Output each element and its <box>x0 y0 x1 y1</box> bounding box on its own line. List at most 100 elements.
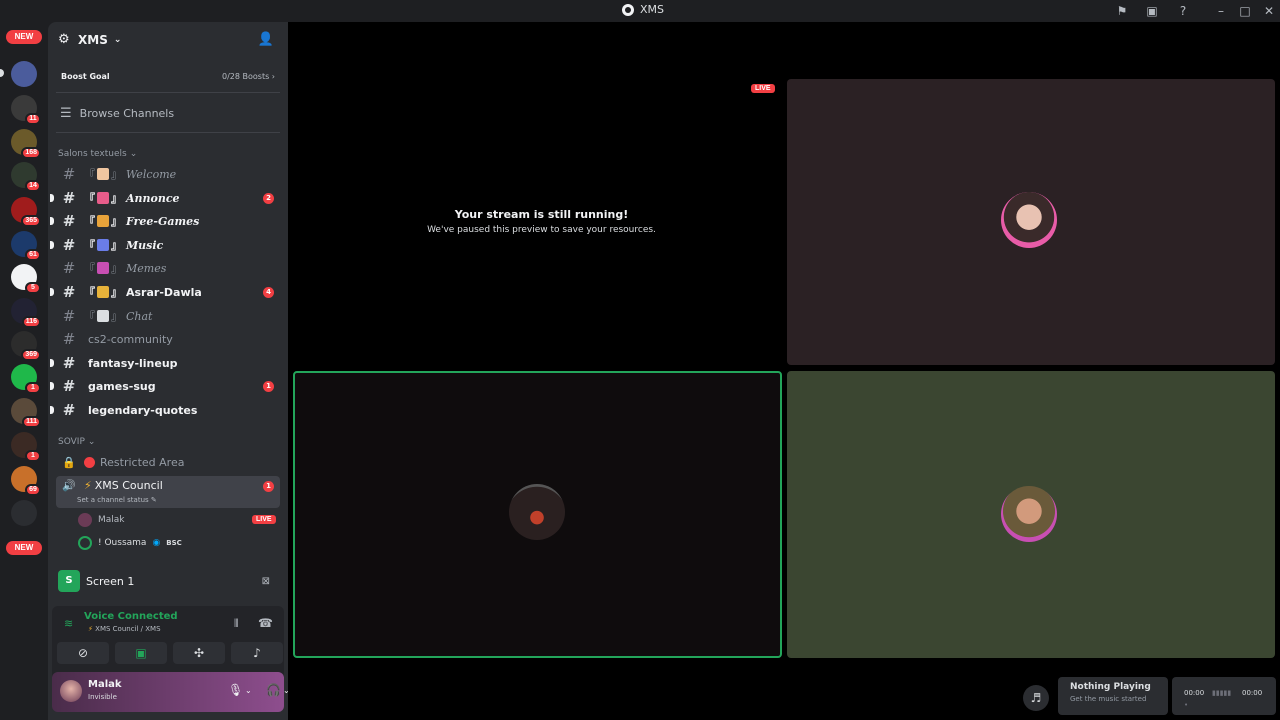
minimize-icon[interactable]: – <box>1213 3 1229 19</box>
inbox-icon[interactable]: ▣ <box>1144 3 1160 19</box>
channel-name: Annonce <box>126 191 180 205</box>
stream-tile[interactable]: Your stream is still running! We've paus… <box>293 77 783 367</box>
channel-status[interactable]: Set a channel status ✎ <box>77 496 157 504</box>
headphones-icon[interactable]: 🎧 <box>266 683 281 697</box>
chevron-down-icon: ⌄ <box>87 437 96 447</box>
disconnect-icon[interactable]: ☎ <box>258 616 273 630</box>
server-icon[interactable]: 61 <box>11 231 41 261</box>
server-header[interactable]: ⚙ XMS ⌄ <box>58 30 283 50</box>
category-text-channels[interactable]: Salons textuels ⌄ <box>58 149 137 159</box>
channel-chat[interactable]: # 『 』 Chat <box>56 305 280 327</box>
voice-status[interactable]: Voice Connected <box>84 611 178 622</box>
server-mention-badge: 369 <box>21 349 41 361</box>
server-icon[interactable]: 365 <box>11 197 41 227</box>
server-mention-badge: 1 <box>25 382 41 394</box>
screen-share-panel[interactable]: S Screen 1 ⊠ <box>52 566 284 596</box>
signal-icon: ≋ <box>64 617 74 630</box>
channel-name: Memes <box>126 261 167 275</box>
channel-memes[interactable]: # 『 』 Memes <box>56 257 280 279</box>
hash-icon: # <box>62 330 76 348</box>
music-icon[interactable]: ♬ <box>1023 685 1049 711</box>
user-name: ! Oussama <box>98 538 147 548</box>
voice-user-malak[interactable]: Malak <box>78 511 125 529</box>
boost-goal[interactable]: Boost Goal 0/28 Boosts › <box>55 67 281 85</box>
maximize-icon[interactable]: □ <box>1237 3 1253 19</box>
paused-title: Your stream is still running! <box>454 208 629 221</box>
channel-fantasy-lineup[interactable]: # fantasy-lineup <box>50 352 280 374</box>
server-icon[interactable]: 5 <box>11 264 41 294</box>
now-playing-sub: Get the music started <box>1070 695 1147 703</box>
now-playing-card[interactable]: Nothing Playing Get the music started <box>1058 677 1168 715</box>
user-name[interactable]: Malak <box>88 679 122 690</box>
channel-legendary-quotes[interactable]: # legendary-quotes <box>50 399 280 421</box>
hash-icon: # <box>62 354 76 372</box>
channel-music[interactable]: # 『 』 Music <box>50 234 280 256</box>
channel-asrar-dawla[interactable]: # 『 』 Asrar-Dawla 4 <box>50 281 280 303</box>
server-icon[interactable]: 1 <box>11 364 41 394</box>
help-icon[interactable]: ? <box>1175 3 1191 19</box>
hash-icon: # <box>62 377 76 395</box>
user-avatar[interactable] <box>60 680 82 702</box>
browse-channels[interactable]: ☰ Browse Channels <box>60 106 174 121</box>
bracket-open: 『 <box>84 192 95 205</box>
window-title-text: XMS <box>640 3 665 16</box>
channel-free-games[interactable]: # 『 』 Free-Games <box>50 210 280 232</box>
channel-name: Chat <box>126 309 153 323</box>
paused-subtitle: We've paused this preview to save your r… <box>427 225 656 235</box>
server-mention-badge: 11 <box>25 113 41 125</box>
category-sovip[interactable]: SOVIP ⌄ <box>58 437 95 447</box>
channel-welcome[interactable]: # 『 』 Welcome <box>56 163 280 185</box>
noise-suppression-icon[interactable]: ⫴ <box>234 617 239 631</box>
channel-emoji-icon <box>97 239 109 251</box>
mention-badge: 2 <box>263 192 274 204</box>
close-screen-icon[interactable]: ⊠ <box>262 576 270 587</box>
hash-icon: # <box>62 283 76 301</box>
server-icon[interactable]: 111 <box>11 398 41 428</box>
chevron-down-icon[interactable]: ⌄ <box>245 686 252 695</box>
hash-icon: # <box>62 165 76 183</box>
bracket-close: 』 <box>111 262 122 275</box>
hash-icon: # <box>62 236 76 254</box>
unread-dot <box>50 382 54 390</box>
share-screen-button[interactable]: ▣ <box>115 642 167 664</box>
window-title: XMS <box>622 3 664 16</box>
participant-tile-speaking[interactable] <box>293 371 782 658</box>
voice-location[interactable]: ⚡ XMS Council / XMS <box>88 625 161 633</box>
close-icon[interactable]: ✕ <box>1261 3 1277 19</box>
server-icon[interactable]: 14 <box>11 162 41 192</box>
server-icon[interactable]: 1 <box>11 432 41 462</box>
user-panel: Malak Invisible 🎙 ⌄ 🎧 ⌄ ⚙ <box>52 672 315 712</box>
channel-name: XMS Council <box>94 479 163 492</box>
server-icon[interactable]: 168 <box>11 129 41 159</box>
server-icon[interactable]: 369 <box>11 331 41 361</box>
server-icon[interactable]: 116 <box>11 298 41 328</box>
server-icon[interactable]: 69 <box>11 466 41 496</box>
server-icon[interactable] <box>11 61 37 87</box>
microphone-icon[interactable]: 🎙 <box>228 683 243 697</box>
channel-games-sug[interactable]: # games-sug 1 <box>50 375 280 397</box>
server-icon[interactable] <box>11 500 37 526</box>
divider <box>56 92 280 93</box>
channel-annonce[interactable]: # 『 』 Annonce 2 <box>50 187 280 209</box>
channel-cs2-community[interactable]: # cs2-community <box>56 328 280 350</box>
participant-tile[interactable] <box>787 79 1275 365</box>
camera-off-button[interactable]: ⊘ <box>57 642 109 664</box>
participant-tile[interactable] <box>787 371 1275 658</box>
server-icon[interactable]: 11 <box>11 95 41 125</box>
user-name: Malak <box>98 515 125 525</box>
channel-restricted-area[interactable]: 🔒 Restricted Area <box>56 451 280 473</box>
unread-pill <box>0 69 4 77</box>
bracket-close: 』 <box>111 192 122 205</box>
server-icon: ⚙ <box>58 32 70 47</box>
mention-badge: 1 <box>263 380 274 392</box>
avatar <box>78 536 92 550</box>
unread-dot <box>50 406 54 414</box>
time-end: 00:00 <box>1242 689 1263 697</box>
add-member-icon[interactable]: 👤 <box>258 32 274 47</box>
unread-dot <box>50 241 54 249</box>
no-entry-icon <box>84 456 95 468</box>
voice-user-oussama[interactable]: ! Oussama ◉ BSC <box>78 534 182 552</box>
soundboard-button[interactable]: ♪ <box>231 642 283 664</box>
activities-button[interactable]: ✣ <box>173 642 225 664</box>
flag-icon[interactable]: ⚑ <box>1114 3 1130 19</box>
